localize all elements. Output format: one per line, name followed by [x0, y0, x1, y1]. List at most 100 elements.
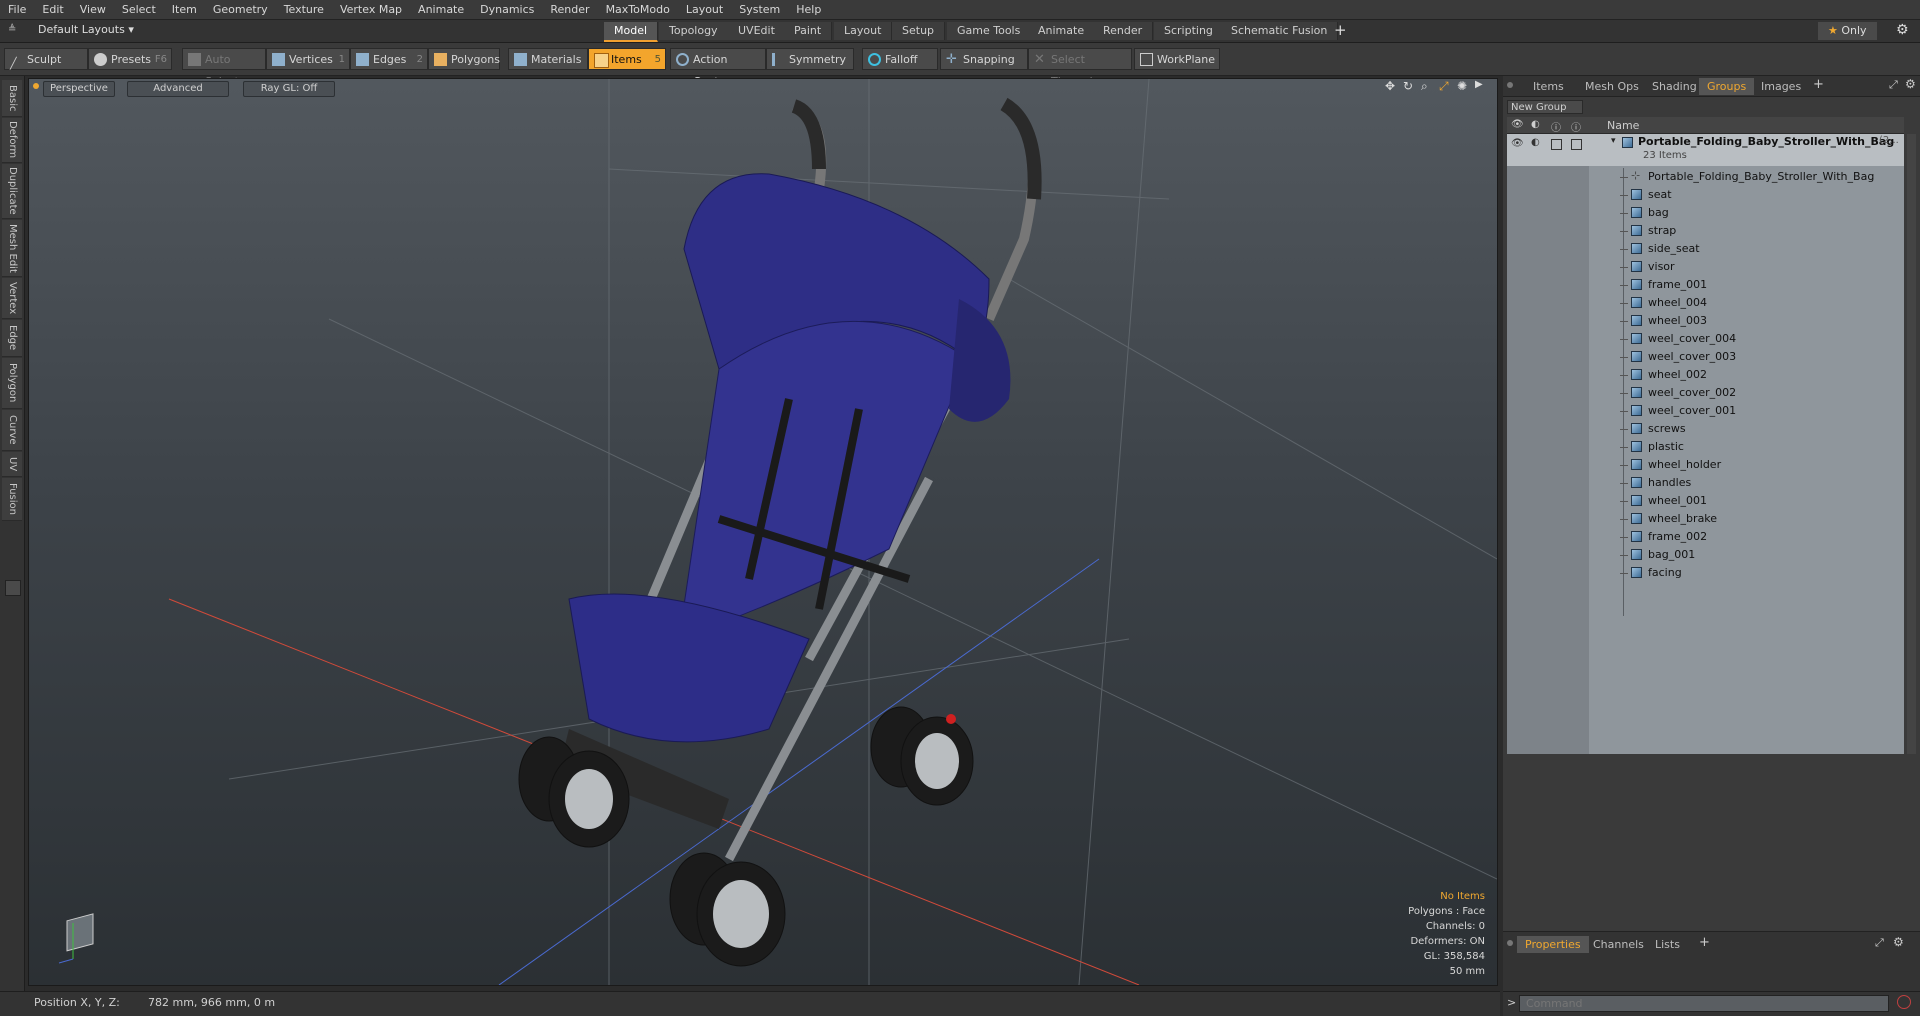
select-through-button[interactable]: ✕Select Through — [1028, 48, 1132, 88]
tab-mesh-edit[interactable]: Mesh Edit — [2, 220, 22, 277]
name-column-header[interactable]: Name — [1607, 119, 1639, 132]
list-item[interactable]: wheel_002 — [1507, 366, 1904, 384]
action-center-button[interactable]: Action Center — [670, 48, 766, 88]
group-row[interactable]: 👁 ◐ ▾ Portable_Folding_Baby_Stroller_Wit… — [1507, 134, 1904, 166]
tab-items[interactable]: Items — [1525, 78, 1572, 95]
rotate-view-icon[interactable]: ↻ — [1403, 79, 1413, 93]
menu-select[interactable]: Select — [114, 0, 164, 19]
tab-basic[interactable]: Basic — [2, 80, 22, 117]
items-button[interactable]: Items 5 — [588, 48, 666, 70]
list-item[interactable]: weel_cover_004 — [1507, 330, 1904, 348]
tab-duplicate[interactable]: Duplicate — [2, 164, 22, 219]
tab-schematic-fusion[interactable]: Schematic Fusion — [1221, 22, 1339, 40]
edges-button[interactable]: Edges 2 — [350, 48, 428, 70]
list-item[interactable]: bag_001 — [1507, 546, 1904, 564]
collapse-group-icon[interactable]: ▾ — [1611, 136, 1616, 146]
workplane-button[interactable]: WorkPlane — [1134, 48, 1220, 70]
tab-groups[interactable]: Groups — [1699, 78, 1755, 95]
bottom-panel-dot-icon[interactable] — [1507, 940, 1513, 946]
list-item[interactable]: wheel_holder — [1507, 456, 1904, 474]
tab-game-tools[interactable]: Game Tools — [947, 22, 1032, 40]
list-item[interactable]: wheel_003 — [1507, 312, 1904, 330]
fit-view-icon[interactable]: ⤢ — [1439, 79, 1449, 94]
list-item[interactable]: weel_cover_001 — [1507, 402, 1904, 420]
tab-setup[interactable]: Setup — [892, 22, 946, 40]
add-panel-tab-icon[interactable]: + — [1813, 77, 1824, 92]
menu-animate[interactable]: Animate — [410, 0, 472, 19]
menu-geometry[interactable]: Geometry — [205, 0, 276, 19]
list-item[interactable]: screws — [1507, 420, 1904, 438]
list-item[interactable]: wheel_004 — [1507, 294, 1904, 312]
list-item[interactable]: wheel_brake — [1507, 510, 1904, 528]
tab-render[interactable]: Render — [1093, 22, 1154, 40]
visibility-toggle-icon[interactable]: 👁 — [1511, 138, 1524, 149]
menu-file[interactable]: File — [0, 0, 34, 19]
command-input[interactable] — [1519, 995, 1889, 1012]
tab-paint[interactable]: Paint — [784, 22, 833, 40]
expand-toggle[interactable] — [5, 580, 21, 596]
tab-curve[interactable]: Curve — [2, 410, 22, 451]
polygons-button[interactable]: Polygons — [428, 48, 500, 70]
tab-lists[interactable]: Lists — [1647, 936, 1688, 953]
list-item[interactable]: plastic — [1507, 438, 1904, 456]
list-item[interactable]: weel_cover_003 — [1507, 348, 1904, 366]
menu-help[interactable]: Help — [788, 0, 829, 19]
move-view-icon[interactable]: ✥ — [1385, 79, 1395, 93]
gear-icon[interactable]: ⚙ — [1896, 22, 1909, 38]
list-item[interactable]: ⊹ Portable_Folding_Baby_Stroller_With_Bag — [1507, 168, 1904, 186]
snapping-button[interactable]: ✛ Snapping — [940, 48, 1028, 70]
view-mode-button[interactable]: Advanced — [127, 81, 229, 97]
menu-texture[interactable]: Texture — [276, 0, 332, 19]
list-item[interactable]: wheel_001 — [1507, 492, 1904, 510]
tab-shading[interactable]: Shading — [1644, 78, 1705, 95]
viewport-menu-icon[interactable]: ▶ — [1475, 79, 1483, 90]
tab-vertex[interactable]: Vertex — [2, 278, 22, 319]
materials-button[interactable]: Materials — [508, 48, 588, 70]
menu-layout[interactable]: Layout — [678, 0, 731, 19]
menu-maxtomodo[interactable]: MaxToModo — [598, 0, 678, 19]
list-item[interactable]: visor — [1507, 258, 1904, 276]
list-item[interactable]: strap — [1507, 222, 1904, 240]
tab-fusion[interactable]: Fusion — [2, 478, 22, 521]
list-item[interactable]: frame_002 — [1507, 528, 1904, 546]
bottom-gear-icon[interactable]: ⚙ — [1893, 935, 1904, 949]
tab-scripting[interactable]: Scripting — [1154, 22, 1224, 40]
lock-toggle-icon[interactable]: ◐ — [1531, 137, 1540, 148]
panel-gear-icon[interactable]: ⚙ — [1905, 77, 1916, 91]
menu-vertex-map[interactable]: Vertex Map — [332, 0, 410, 19]
maximize-icon[interactable]: ⤢ — [1889, 78, 1898, 92]
tab-deform[interactable]: Deform — [2, 118, 22, 163]
falloff-button[interactable]: Falloff — [862, 48, 938, 70]
tab-topology[interactable]: Topology — [659, 22, 729, 40]
visibility-col-icon[interactable]: 👁 — [1511, 119, 1524, 130]
list-item[interactable]: handles — [1507, 474, 1904, 492]
3d-viewport[interactable]: Perspective Advanced Ray GL: Off ✥ ↻ ⌕ ⤢… — [28, 78, 1498, 986]
groups-tree[interactable]: 👁 ◐ ▾ Portable_Folding_Baby_Stroller_Wit… — [1507, 134, 1904, 754]
presets-button[interactable]: Presets F6 — [88, 48, 172, 70]
panel-dot-icon[interactable] — [1507, 82, 1513, 88]
tab-properties[interactable]: Properties — [1517, 936, 1589, 953]
sculpt-button[interactable]: ╱ Sculpt — [4, 48, 88, 70]
viewport-settings-icon[interactable]: ✺ — [1457, 79, 1467, 93]
tab-mesh-ops[interactable]: Mesh Ops — [1577, 78, 1647, 95]
symmetry-button[interactable]: Symmetry — [766, 48, 854, 70]
layout-dropdown[interactable]: Default Layouts ▾ — [38, 23, 134, 36]
list-item[interactable]: facing — [1507, 564, 1904, 582]
lock-col-icon[interactable]: ◐ — [1531, 119, 1540, 130]
raygl-button[interactable]: Ray GL: Off — [243, 81, 335, 97]
bottom-maximize-icon[interactable]: ⤢ — [1875, 936, 1884, 950]
zoom-icon[interactable]: ⌕ — [1421, 79, 1428, 94]
tab-images[interactable]: Images — [1753, 78, 1809, 95]
list-item[interactable]: weel_cover_002 — [1507, 384, 1904, 402]
vertices-button[interactable]: Vertices 1 — [266, 48, 350, 70]
list-item[interactable]: frame_001 — [1507, 276, 1904, 294]
select-col-icon[interactable]: ⓘ — [1571, 119, 1581, 134]
render-toggle[interactable] — [1551, 139, 1562, 150]
menu-view[interactable]: View — [72, 0, 114, 19]
view-perspective-button[interactable]: Perspective — [43, 81, 115, 97]
tab-layout[interactable]: Layout — [834, 22, 893, 40]
list-item[interactable]: side_seat — [1507, 240, 1904, 258]
tab-uvedit[interactable]: UVEdit — [728, 22, 786, 40]
add-tab-icon[interactable]: + — [1334, 21, 1347, 39]
list-item[interactable]: seat — [1507, 186, 1904, 204]
